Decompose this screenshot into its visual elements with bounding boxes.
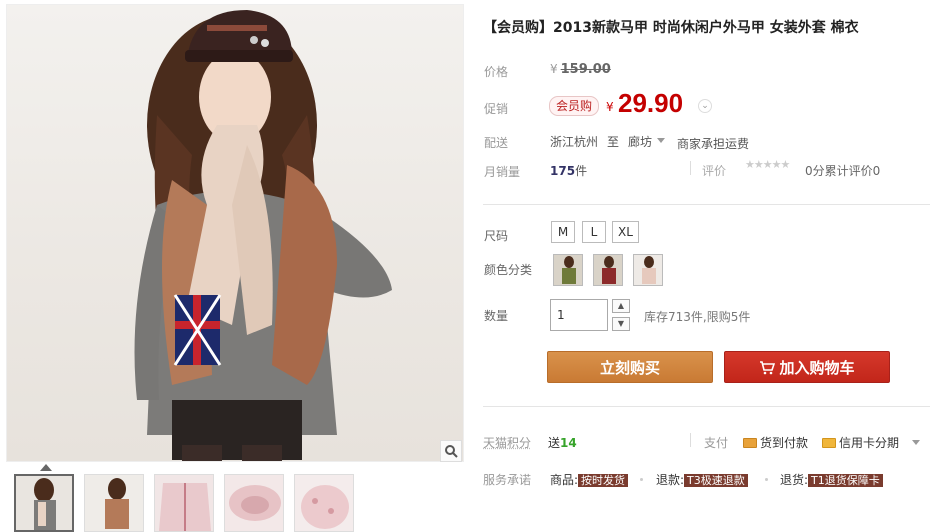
separator-dot [765,478,768,481]
caret-down-icon[interactable] [912,440,920,445]
size-option-l[interactable]: L [582,221,606,243]
tmall-points: 送14 [548,434,577,451]
main-product-image[interactable] [6,4,464,462]
service-tag: 按时发货 [578,474,628,487]
rating-summary[interactable]: 0分累计评价0 [805,162,880,179]
quantity-label: 数量 [484,307,508,324]
divider [690,433,691,447]
currency-symbol: ¥ [550,62,558,76]
thumbnail-4[interactable] [224,474,284,532]
thumbnail-3[interactable] [154,474,214,532]
caret-down-icon[interactable] [657,138,665,143]
service-prefix: 商品: [550,473,578,487]
service-tag: T1退货保障卡 [808,474,883,487]
credit-installment[interactable]: 信用卡分期 [822,434,899,451]
thumbnail-1[interactable] [14,474,74,532]
thumb-image [225,475,284,532]
color-swatch-image [594,255,623,286]
chevron-down-icon[interactable]: ⌄ [698,99,712,113]
color-swatch-image [554,255,583,286]
ship-from: 浙江杭州 [550,133,598,150]
original-price-value: 159.00 [561,62,611,77]
separator-dot [640,478,643,481]
shipping-label: 配送 [484,134,508,151]
points-value: 14 [560,436,577,450]
buy-now-button[interactable]: 立刻购买 [547,351,713,383]
service-prefix: 退货: [780,473,808,487]
monthly-sales-count: 175 [550,164,575,178]
size-option-xl[interactable]: XL [612,221,639,243]
cart-icon [759,361,775,375]
service-prefix: 退款: [656,473,684,487]
zoom-button[interactable] [440,440,462,462]
monthly-sales-label: 月销量 [484,163,520,180]
service-item-shipping[interactable]: 商品: 按时发货 [550,471,628,488]
ship-to-select[interactable]: 廊坊 [628,133,652,150]
section-divider [483,406,930,407]
credit-card-icon [822,438,836,448]
service-item-refund[interactable]: 退款: T3极速退款 [656,471,748,488]
cash-on-delivery[interactable]: 货到付款 [743,434,808,451]
magnifier-icon [444,444,458,458]
payment-label: 支付 [704,434,728,451]
quantity-increase-icon[interactable]: ▲ [612,299,630,313]
thumbnail-2[interactable] [84,474,144,532]
add-to-cart-button[interactable]: 加入购物车 [724,351,890,383]
quantity-input[interactable]: 1 [550,299,608,331]
thumbnail-pointer-icon [40,464,52,471]
promotion-label: 促销 [484,100,508,117]
quantity-decrease-icon[interactable]: ▼ [612,317,630,331]
rating-label: 评价 [702,162,726,179]
tmall-points-label[interactable]: 天猫积分 [483,434,531,451]
color-option-2[interactable] [593,254,623,286]
model-photo [7,5,464,462]
stock-info: 库存713件,限购5件 [644,308,750,325]
original-price: ¥159.00 [550,62,611,77]
service-item-return[interactable]: 退货: T1退货保障卡 [780,471,883,488]
size-option-m[interactable]: M [551,221,575,243]
promo-price: 29.90 [618,88,683,119]
size-label: 尺码 [484,227,508,244]
ship-to-word: 至 [607,133,619,150]
credit-installment-label: 信用卡分期 [839,436,899,450]
cash-on-delivery-label: 货到付款 [760,436,808,450]
monthly-sales: 175件 [550,162,587,179]
cash-on-delivery-icon [743,438,757,448]
points-prefix: 送 [548,436,560,450]
thumb-image [16,476,74,532]
price-label: 价格 [484,63,508,80]
thumb-image [295,475,354,532]
section-divider [483,204,930,205]
thumb-image [85,475,144,532]
add-to-cart-label: 加入购物车 [779,359,854,377]
service-tag: T3极速退款 [684,474,748,487]
thumbnail-5[interactable] [294,474,354,532]
color-option-3[interactable] [633,254,663,286]
color-option-1[interactable] [553,254,583,286]
divider [690,161,691,175]
star-rating-icon: ★★★★★ [745,158,789,171]
color-swatch-image [634,255,663,286]
product-title: 【会员购】2013新款马甲 时尚休闲户外马甲 女装外套 棉衣 [483,17,859,37]
promo-currency-symbol: ¥ [606,100,614,114]
service-label: 服务承诺 [483,471,531,488]
monthly-sales-unit: 件 [575,164,587,178]
thumb-image [155,475,214,532]
color-label: 颜色分类 [484,261,532,278]
shipping-fee: 商家承担运费 [677,135,749,152]
member-badge: 会员购 [549,96,599,116]
